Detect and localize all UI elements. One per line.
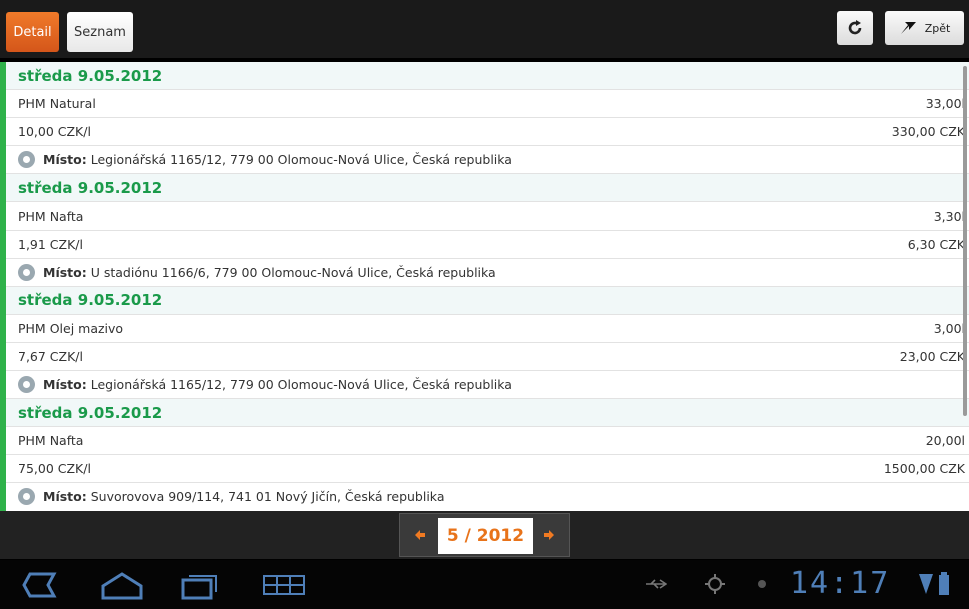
item-quantity: 3,00l — [933, 320, 965, 336]
entry-place-row[interactable]: Místo: U stadiónu 1166/6, 779 00 Olomouc… — [6, 258, 969, 287]
menu-grid-icon[interactable] — [262, 572, 306, 598]
entry-group: středa 9.05.2012 PHM Nafta 20,00l 75,00 C… — [6, 399, 969, 511]
item-quantity: 3,30l — [933, 208, 965, 224]
entry-date: středa 9.05.2012 — [6, 62, 969, 91]
entry-item-row[interactable]: PHM Olej mazivo 3,00l — [6, 315, 969, 343]
location-pin-icon — [18, 488, 35, 506]
entry-date: středa 9.05.2012 — [6, 174, 969, 203]
entry-group: středa 9.05.2012 PHM Natural 33,00l 10,00… — [6, 62, 969, 175]
gps-icon — [705, 574, 725, 594]
entry-place-row[interactable]: Místo: Legionářská 1165/12, 779 00 Olomo… — [6, 146, 969, 175]
arrow-left-icon — [415, 530, 425, 540]
place-label: Místo: — [43, 264, 87, 280]
entry-price-row[interactable]: 1,91 CZK/l 6,30 CZK — [6, 231, 969, 259]
entry-place-row[interactable]: Místo: Legionářská 1165/12, 779 00 Olomo… — [6, 371, 969, 400]
back-nav-icon[interactable] — [20, 572, 62, 598]
item-name: PHM Nafta — [18, 208, 84, 224]
location-pin-icon — [18, 263, 35, 281]
place-address: U stadiónu 1166/6, 779 00 Olomouc-Nová U… — [90, 264, 496, 280]
place-address: Legionářská 1165/12, 779 00 Olomouc-Nová… — [90, 152, 512, 168]
date-text: středa 9.05.2012 — [18, 291, 163, 310]
back-label: Zpět — [924, 21, 951, 35]
usb-icon — [646, 579, 667, 589]
entry-price-row[interactable]: 10,00 CZK/l 330,00 CZK — [6, 118, 969, 147]
item-name: PHM Natural — [18, 96, 96, 112]
recent-apps-nav-icon[interactable] — [180, 572, 220, 600]
back-button[interactable]: Zpět — [885, 11, 964, 45]
unit-price: 75,00 CZK/l — [18, 461, 91, 477]
place-address: Legionářská 1165/12, 779 00 Olomouc-Nová… — [90, 377, 512, 393]
refresh-button[interactable] — [837, 11, 873, 45]
next-month-button[interactable] — [533, 517, 565, 553]
entry-date: středa 9.05.2012 — [6, 286, 969, 315]
total-price: 1500,00 CZK — [883, 461, 965, 477]
entry-place-row[interactable]: Místo: Suvorovova 909/114, 741 01 Nový J… — [6, 483, 969, 511]
item-name: PHM Olej mazivo — [18, 320, 124, 336]
tab-detail[interactable]: Detail — [6, 12, 59, 52]
item-name: PHM Nafta — [18, 433, 84, 449]
arrow-right-icon — [544, 530, 554, 540]
location-pin-icon — [18, 151, 35, 169]
total-price: 330,00 CZK — [891, 124, 965, 140]
location-pin-icon — [18, 376, 35, 394]
date-text: středa 9.05.2012 — [18, 403, 163, 422]
date-text: středa 9.05.2012 — [18, 178, 163, 197]
place-label: Místo: — [43, 377, 87, 393]
place-label: Místo: — [43, 152, 87, 168]
unit-price: 1,91 CZK/l — [18, 236, 83, 252]
notification-dot-icon — [758, 580, 766, 588]
previous-month-button[interactable] — [404, 517, 436, 553]
total-price: 6,30 CZK — [907, 236, 965, 252]
tab-seznam[interactable]: Seznam — [67, 12, 133, 52]
battery-icon — [939, 572, 949, 595]
month-pager: 5 / 2012 — [399, 513, 570, 557]
arrow-back-icon — [900, 22, 916, 34]
item-quantity: 33,00l — [925, 96, 965, 112]
entry-date: středa 9.05.2012 — [6, 399, 969, 428]
action-bar: Detail Seznam Zpět — [0, 0, 969, 58]
date-text: středa 9.05.2012 — [18, 66, 163, 85]
status-clock: 14:17 — [790, 566, 891, 601]
list-scrollbar[interactable] — [963, 66, 967, 416]
entry-item-row[interactable]: PHM Nafta 3,30l — [6, 202, 969, 231]
current-month: 5 / 2012 — [438, 518, 533, 554]
total-price: 23,00 CZK — [899, 348, 965, 364]
home-nav-icon[interactable] — [100, 572, 144, 600]
entry-list[interactable]: středa 9.05.2012 PHM Natural 33,00l 10,00… — [0, 62, 969, 511]
place-label: Místo: — [43, 489, 87, 505]
entry-price-row[interactable]: 7,67 CZK/l 23,00 CZK — [6, 343, 969, 372]
place-address: Suvorovova 909/114, 741 01 Nový Jičín, Č… — [90, 489, 445, 505]
entry-group: středa 9.05.2012 PHM Nafta 3,30l 1,91 CZK… — [6, 174, 969, 287]
entry-item-row[interactable]: PHM Natural 33,00l — [6, 90, 969, 119]
unit-price: 7,67 CZK/l — [18, 348, 83, 364]
unit-price: 10,00 CZK/l — [18, 124, 91, 140]
entry-group: středa 9.05.2012 PHM Olej mazivo 3,00l 7,… — [6, 286, 969, 400]
item-quantity: 20,00l — [925, 433, 965, 449]
entry-item-row[interactable]: PHM Nafta 20,00l — [6, 427, 969, 456]
wifi-icon — [919, 574, 933, 594]
entry-price-row[interactable]: 75,00 CZK/l 1500,00 CZK — [6, 455, 969, 484]
refresh-icon — [848, 20, 862, 35]
